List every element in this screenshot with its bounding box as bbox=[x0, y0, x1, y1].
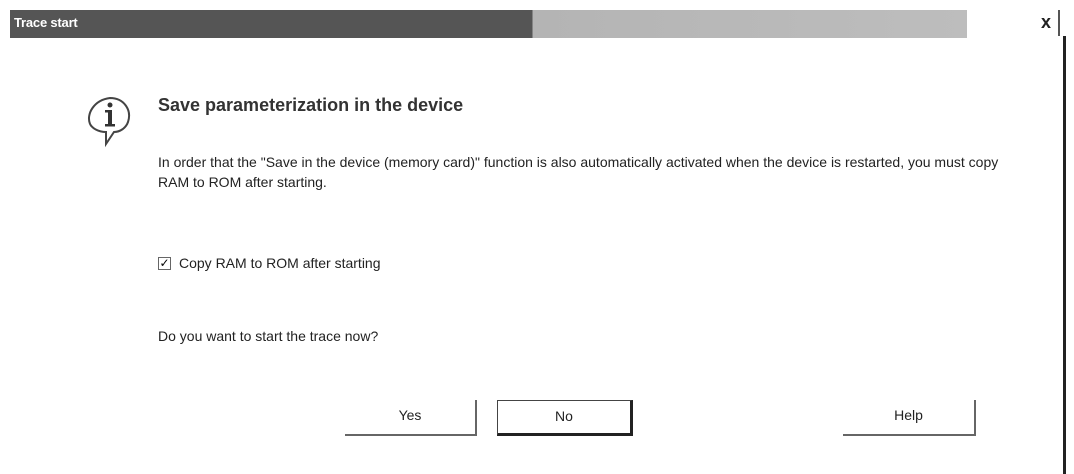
checkbox-label[interactable]: Copy RAM to ROM after starting bbox=[179, 255, 381, 271]
info-icon bbox=[88, 96, 130, 148]
window-border bbox=[1063, 36, 1066, 474]
title-bar[interactable]: Trace start bbox=[10, 10, 967, 38]
confirm-question: Do you want to start the trace now? bbox=[158, 328, 379, 344]
dialog-heading: Save parameterization in the device bbox=[158, 95, 464, 115]
help-button[interactable]: Help bbox=[843, 400, 976, 436]
no-button[interactable]: No bbox=[497, 400, 633, 436]
dialog-description: In order that the "Save in the device (m… bbox=[158, 154, 999, 190]
close-button[interactable]: x bbox=[1034, 10, 1060, 36]
copy-ram-to-rom-option[interactable]: ✓ Copy RAM to ROM after starting bbox=[158, 252, 381, 274]
yes-button[interactable]: Yes bbox=[345, 400, 477, 436]
copy-ram-to-rom-checkbox[interactable]: ✓ bbox=[158, 256, 171, 270]
window-title: Trace start bbox=[14, 15, 78, 30]
trace-start-dialog: Trace start x Save parameterization in t… bbox=[0, 0, 1074, 474]
